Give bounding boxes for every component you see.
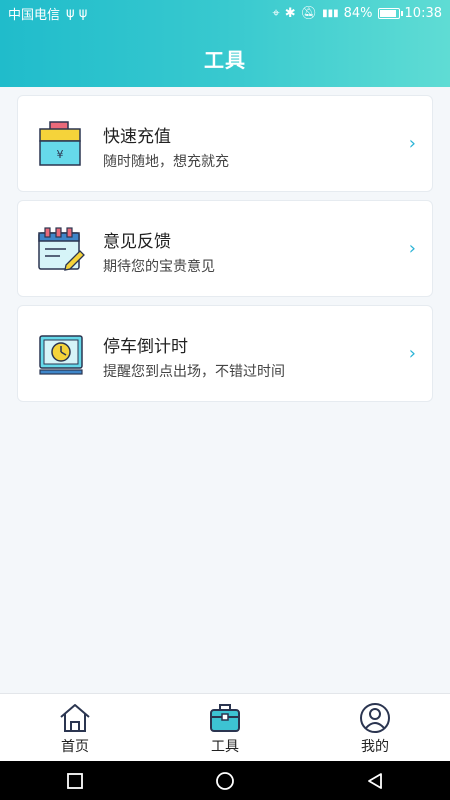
recharge-icon: ¥ (39, 121, 81, 166)
usb-icon: ψ ψ (66, 5, 88, 21)
back-button[interactable] (345, 761, 405, 800)
tab-home[interactable]: 首页 (0, 694, 150, 761)
tab-home-label: 首页 (61, 739, 89, 755)
feedback-title: 意见反馈 (103, 232, 171, 252)
parking-timer-icon (39, 335, 83, 375)
parking-timer-title: 停车倒计时 (103, 337, 188, 357)
tab-mine[interactable]: 我的 (300, 694, 450, 761)
signal-icon: ▮▮▮ (322, 7, 339, 19)
svg-text:¥: ¥ (57, 148, 64, 161)
circle-icon (216, 771, 234, 790)
bluetooth-icon: ✱ (284, 5, 296, 21)
mute-icon: 🔕︎ (300, 5, 318, 21)
feedback-subtitle: 期待您的宝贵意见 (103, 259, 215, 275)
app-header: 中国电信 ψ ψ ⌖ ✱ 🔕︎ ▮▮▮ 84% 10:38 工具 (0, 0, 450, 87)
system-nav-bar (0, 761, 450, 800)
tab-mine-label: 我的 (361, 739, 389, 755)
recharge-title: 快速充值 (103, 127, 171, 147)
feedback-icon (38, 227, 85, 271)
carrier-text: 中国电信 (8, 7, 61, 23)
page-title: 工具 (204, 48, 246, 72)
tool-list: ¥ 快速充值 随时随地，想充就充 › 意见反馈 期待您的宝贵意见 › 停车倒计时… (17, 95, 433, 410)
recharge-card[interactable]: ¥ 快速充值 随时随地，想充就充 › (17, 95, 433, 192)
parking-timer-subtitle: 提醒您到点出场，不错过时间 (103, 364, 285, 380)
feedback-card[interactable]: 意见反馈 期待您的宝贵意见 › (17, 200, 433, 297)
battery-percent: 84% (343, 5, 373, 21)
chevron-right-icon: › (408, 238, 416, 259)
back-triangle-icon (368, 772, 382, 789)
home-icon (60, 704, 90, 732)
clock: 10:38 (404, 5, 442, 21)
chevron-right-icon: › (408, 133, 416, 154)
location-icon: ⌖ (272, 5, 280, 21)
recent-apps-button[interactable] (45, 761, 105, 800)
parking-timer-card[interactable]: 停车倒计时 提醒您到点出场，不错过时间 › (17, 305, 433, 402)
bottom-tab-bar: 首页 工具 我的 (0, 693, 450, 761)
tab-tools-label: 工具 (211, 739, 239, 755)
recharge-subtitle: 随时随地，想充就充 (103, 154, 229, 170)
chevron-right-icon: › (408, 343, 416, 364)
square-icon (67, 772, 83, 789)
home-button[interactable] (195, 761, 255, 800)
toolbox-icon (210, 704, 240, 732)
battery-icon (377, 7, 403, 19)
status-bar: 中国电信 ψ ψ ⌖ ✱ 🔕︎ ▮▮▮ 84% 10:38 (0, 0, 450, 26)
tab-tools[interactable]: 工具 (150, 694, 300, 761)
user-icon (360, 703, 390, 733)
